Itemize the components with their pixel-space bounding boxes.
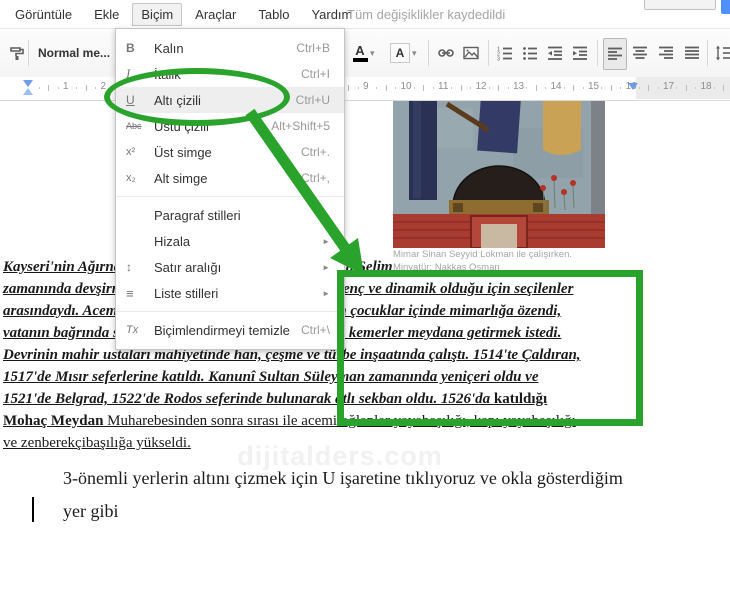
styles-selector[interactable]: Normal me... bbox=[38, 41, 110, 65]
menu-item-label: Biçimlendirmeyi temizle bbox=[154, 322, 290, 338]
format-menu-item[interactable]: I İtalik Ctrl+I bbox=[116, 61, 344, 87]
menu-item-icon: ≡ bbox=[126, 285, 134, 301]
menu-item-label: İtalik bbox=[154, 66, 181, 82]
paint-format-icon[interactable] bbox=[8, 41, 26, 65]
menubar-item[interactable]: Biçim bbox=[132, 2, 183, 26]
menu-item-label: Liste stilleri bbox=[154, 285, 219, 301]
share-button-partial[interactable] bbox=[721, 0, 730, 14]
menu-item-label: Alt simge bbox=[154, 170, 208, 186]
menu-item-icon: B bbox=[126, 41, 135, 55]
format-menu-item[interactable]: Paragraf stilleri ► bbox=[116, 202, 344, 228]
align-center-icon[interactable] bbox=[632, 41, 648, 65]
menu-item-shortcut: Alt+Shift+5 bbox=[271, 119, 330, 133]
toolbar-separator bbox=[597, 40, 598, 66]
toolbar-separator bbox=[28, 40, 29, 66]
left-indent-marker[interactable] bbox=[23, 88, 33, 95]
text-line[interactable]: yer gibi bbox=[63, 501, 119, 522]
right-indent-marker[interactable] bbox=[628, 83, 638, 90]
format-menu-item[interactable]: Tx Biçimlendirmeyi temizle Ctrl+\ bbox=[116, 317, 344, 343]
format-menu-item[interactable]: x₂ Alt simge Ctrl+, bbox=[116, 165, 344, 197]
bullet-list-icon[interactable] bbox=[521, 41, 539, 65]
menu-item-shortcut: ► bbox=[322, 210, 330, 220]
toolbar-separator bbox=[488, 40, 489, 66]
svg-text:3: 3 bbox=[497, 57, 500, 63]
menu-item-label: Altı çizili bbox=[154, 92, 201, 108]
menu-item-label: Hizala bbox=[154, 233, 191, 249]
text-color-icon[interactable]: A ▾ bbox=[352, 41, 375, 65]
menu-item-icon: I bbox=[126, 66, 131, 81]
menu-item-label: Paragraf stilleri bbox=[154, 207, 241, 223]
menu-item-icon: Tx bbox=[126, 324, 139, 336]
text-line[interactable]: 1521'de Belgrad, 1522'de Rodos seferinde… bbox=[3, 388, 581, 410]
indent-icon[interactable] bbox=[571, 41, 589, 65]
menubar-item[interactable]: Ekle bbox=[85, 3, 128, 26]
chevron-down-icon: ▾ bbox=[370, 47, 375, 58]
menu-item-icon: x₂ bbox=[126, 172, 136, 184]
menu-item-shortcut: Ctrl+\ bbox=[300, 323, 330, 337]
align-right-icon[interactable] bbox=[658, 41, 674, 65]
format-menu: B Kalın Ctrl+B I İtalik Ctrl+I U Altı çi… bbox=[115, 28, 345, 350]
menubar: Görüntüle Ekle Biçim Araçlar Tablo Yardım Tüm… bbox=[0, 0, 730, 28]
comments-button-partial[interactable] bbox=[644, 0, 716, 10]
format-menu-item[interactable]: ↕ Satır aralığı ► bbox=[116, 254, 344, 280]
menubar-item[interactable]: Görüntüle bbox=[6, 3, 81, 26]
format-menu-item[interactable]: Abc Üstü çizili Alt+Shift+5 bbox=[116, 113, 344, 139]
menubar-item[interactable]: Araçlar bbox=[186, 3, 245, 26]
text-line[interactable]: Mohaç Meydan Muharebesinden sonra sırası… bbox=[3, 410, 581, 432]
text-line[interactable]: 1517'de Mısır seferlerine katıldı. Kanun… bbox=[3, 366, 581, 388]
format-menu-item[interactable]: ≡ Liste stilleri ► bbox=[116, 280, 344, 312]
menu-item-label: Üstü çizili bbox=[154, 118, 209, 134]
menu-item-label: Kalın bbox=[154, 40, 184, 56]
format-menu-item[interactable]: U Altı çizili Ctrl+U bbox=[116, 87, 344, 113]
text-line[interactable]: 3-önemli yerlerin altını çizmek için U i… bbox=[63, 468, 623, 489]
menu-item-label: Üst simge bbox=[154, 144, 212, 160]
format-menu-item[interactable]: B Kalın Ctrl+B bbox=[116, 35, 344, 61]
outdent-icon[interactable] bbox=[546, 41, 564, 65]
menu-item-shortcut: Ctrl+, bbox=[300, 171, 330, 185]
image-icon[interactable] bbox=[462, 41, 480, 65]
highlight-color-icon[interactable]: A ▾ bbox=[390, 41, 417, 65]
toolbar-separator bbox=[428, 40, 429, 66]
ruler-margin-area bbox=[636, 77, 730, 99]
menu-item-icon: ↕ bbox=[126, 260, 132, 274]
line-spacing-icon[interactable] bbox=[714, 41, 730, 65]
menubar-item[interactable]: Tablo bbox=[249, 3, 298, 26]
menu-item-icon: x² bbox=[126, 146, 136, 158]
menu-item-shortcut: Ctrl+U bbox=[295, 93, 330, 107]
save-status: Tüm değişiklikler kaydedildi bbox=[347, 7, 506, 22]
menu-item-shortcut: ► bbox=[322, 236, 330, 246]
format-menu-item[interactable]: Hizala ► bbox=[116, 228, 344, 254]
menu-item-label: Satır aralığı bbox=[154, 259, 222, 275]
menu-item-icon: Abc bbox=[126, 121, 142, 131]
justify-icon[interactable] bbox=[684, 41, 700, 65]
menu-item-icon: U bbox=[126, 93, 135, 107]
menu-item-shortcut: ► bbox=[322, 288, 330, 298]
align-left-icon[interactable] bbox=[603, 38, 627, 70]
toolbar-separator bbox=[707, 40, 708, 66]
menu-item-shortcut: Ctrl+. bbox=[300, 145, 330, 159]
menu-item-shortcut: ► bbox=[322, 262, 330, 272]
google-docs-window: Görüntüle Ekle Biçim Araçlar Tablo Yardım Tüm… bbox=[0, 0, 730, 616]
ruler[interactable]: 123456789101112131415161718 bbox=[0, 77, 730, 101]
menu-item-shortcut: Ctrl+B bbox=[296, 41, 330, 55]
document-canvas[interactable]: Mimar Sinan Seyyid Lokman ile çalışırken… bbox=[0, 96, 730, 616]
first-line-indent-marker[interactable] bbox=[23, 80, 33, 87]
miniature-image[interactable] bbox=[393, 96, 605, 249]
link-icon[interactable] bbox=[436, 41, 456, 65]
toolbar: Normal me... A ▾ A ▾ 1 2 3 bbox=[0, 28, 730, 79]
chevron-down-icon: ▾ bbox=[412, 47, 417, 58]
menu-item-shortcut: Ctrl+I bbox=[300, 67, 330, 81]
numbered-list-icon[interactable]: 1 2 3 bbox=[496, 41, 514, 65]
format-menu-item[interactable]: x² Üst simge Ctrl+. bbox=[116, 139, 344, 165]
text-cursor bbox=[32, 497, 34, 522]
